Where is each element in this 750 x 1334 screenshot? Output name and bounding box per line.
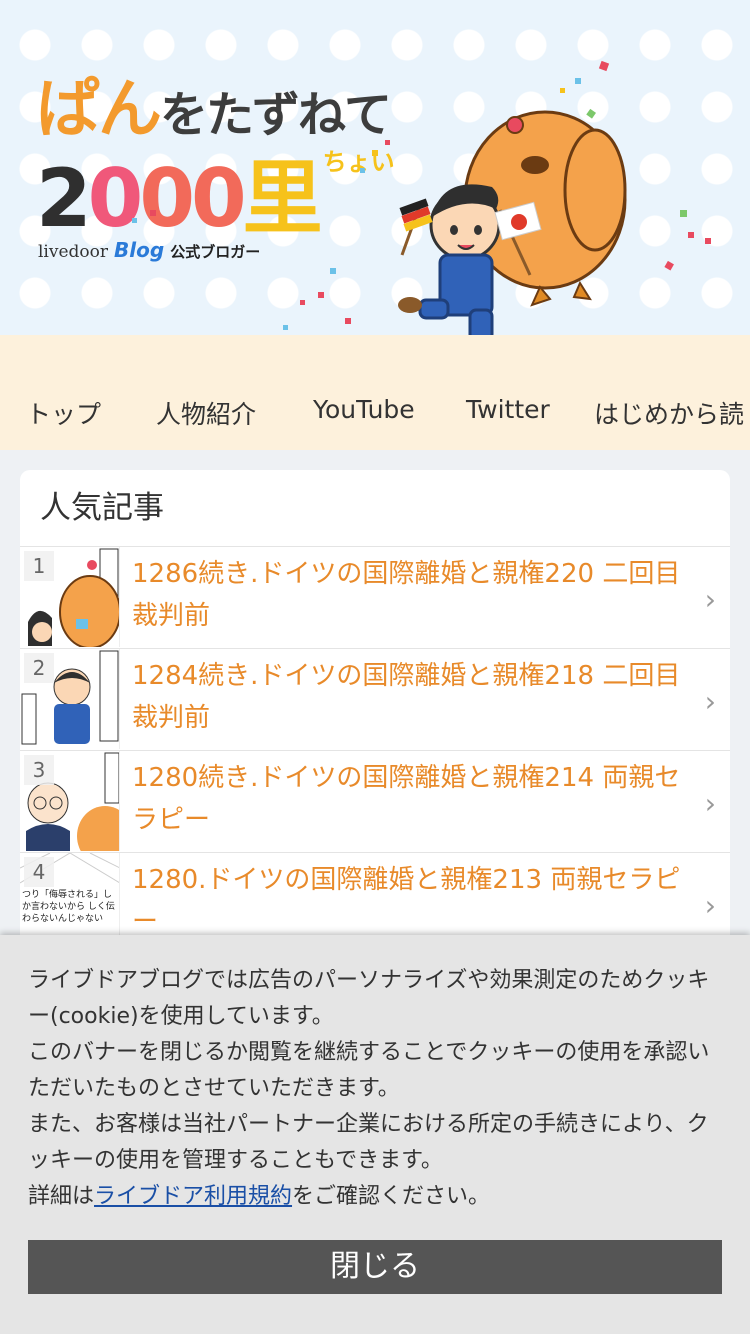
rank-badge: 2: [24, 653, 54, 683]
popular-article-row[interactable]: 3 1280続き.ドイツの国際離婚と親権214 両親セラピー ›: [20, 751, 730, 853]
cookie-consent-banner: ライブドアブログでは広告のパーソナライズや効果測定のためクッキー(cookie)…: [0, 935, 750, 1334]
rank-badge: 3: [24, 755, 54, 785]
article-thumbnail: 3: [20, 751, 120, 851]
cookie-consent-text: ライブドアブログでは広告のパーソナライズや効果測定のためクッキー(cookie)…: [28, 963, 728, 1215]
nav-item-read-from-start[interactable]: はじめから読: [594, 395, 744, 431]
article-thumbnail: 1: [20, 547, 120, 647]
popular-articles-title: 人気記事: [20, 470, 730, 547]
thumbnail-caption: つり「侮辱される」しか言わないから しく伝わらないんじゃない: [22, 890, 115, 924]
cookie-detail-prefix: 詳細は: [28, 1184, 95, 1209]
rank-badge: 1: [24, 551, 54, 581]
chevron-right-icon: ›: [704, 685, 716, 718]
close-banner-button[interactable]: 閉じる: [28, 1240, 722, 1294]
article-title[interactable]: 1286続き.ドイツの国際離婚と親権220 二回目裁判前: [132, 553, 692, 637]
global-nav: トップ 人物紹介 YouTube Twitter はじめから読: [0, 335, 750, 450]
nav-item-profile[interactable]: 人物紹介: [156, 395, 256, 431]
chevron-right-icon: ›: [704, 889, 716, 922]
nav-item-youtube[interactable]: YouTube: [313, 395, 415, 424]
cookie-text-detail: 詳細はライブドア利用規約をご確認ください。: [28, 1179, 728, 1215]
article-title[interactable]: 1280続き.ドイツの国際離婚と親権214 両親セラピー: [132, 757, 692, 841]
popular-articles-panel: 人気記事 1 1286続き.ドイツの国際離婚と親権220 二回目裁判前 › 2 …: [20, 470, 730, 950]
chevron-right-icon: ›: [704, 787, 716, 820]
article-title[interactable]: 1284続き.ドイツの国際離婚と親権218 二回目裁判前: [132, 655, 692, 739]
site-header: ぱんをたずねて 2000里 ちょい livedoor Blog 公式ブロガー: [0, 0, 750, 335]
article-thumbnail: 2: [20, 649, 120, 749]
cookie-text-line3: また、お客様は当社パートナー企業における所定の手続きにより、クッキーの使用を管理…: [28, 1112, 709, 1173]
popular-article-row[interactable]: 2 1284続き.ドイツの国際離婚と親権218 二回目裁判前 ›: [20, 649, 730, 751]
article-title[interactable]: 1280.ドイツの国際離婚と親権213 両親セラピー: [132, 859, 692, 943]
chevron-right-icon: ›: [704, 583, 716, 616]
popular-article-row[interactable]: 1 1286続き.ドイツの国際離婚と親権220 二回目裁判前 ›: [20, 547, 730, 649]
terms-of-use-link[interactable]: ライブドア利用規約: [94, 1184, 292, 1209]
nav-item-top[interactable]: トップ: [26, 395, 101, 431]
cookie-text-line2: このバナーを閉じるか閲覧を継続することでクッキーの使用を承認いただいたものとさせ…: [28, 1040, 710, 1101]
mascot-illustration: [398, 110, 627, 335]
rank-badge: 4: [24, 857, 54, 887]
cookie-detail-suffix: をご確認ください。: [292, 1184, 491, 1209]
cookie-text-line1: ライブドアブログでは広告のパーソナライズや効果測定のためクッキー(cookie)…: [28, 968, 710, 1029]
nav-item-twitter[interactable]: Twitter: [466, 395, 550, 424]
